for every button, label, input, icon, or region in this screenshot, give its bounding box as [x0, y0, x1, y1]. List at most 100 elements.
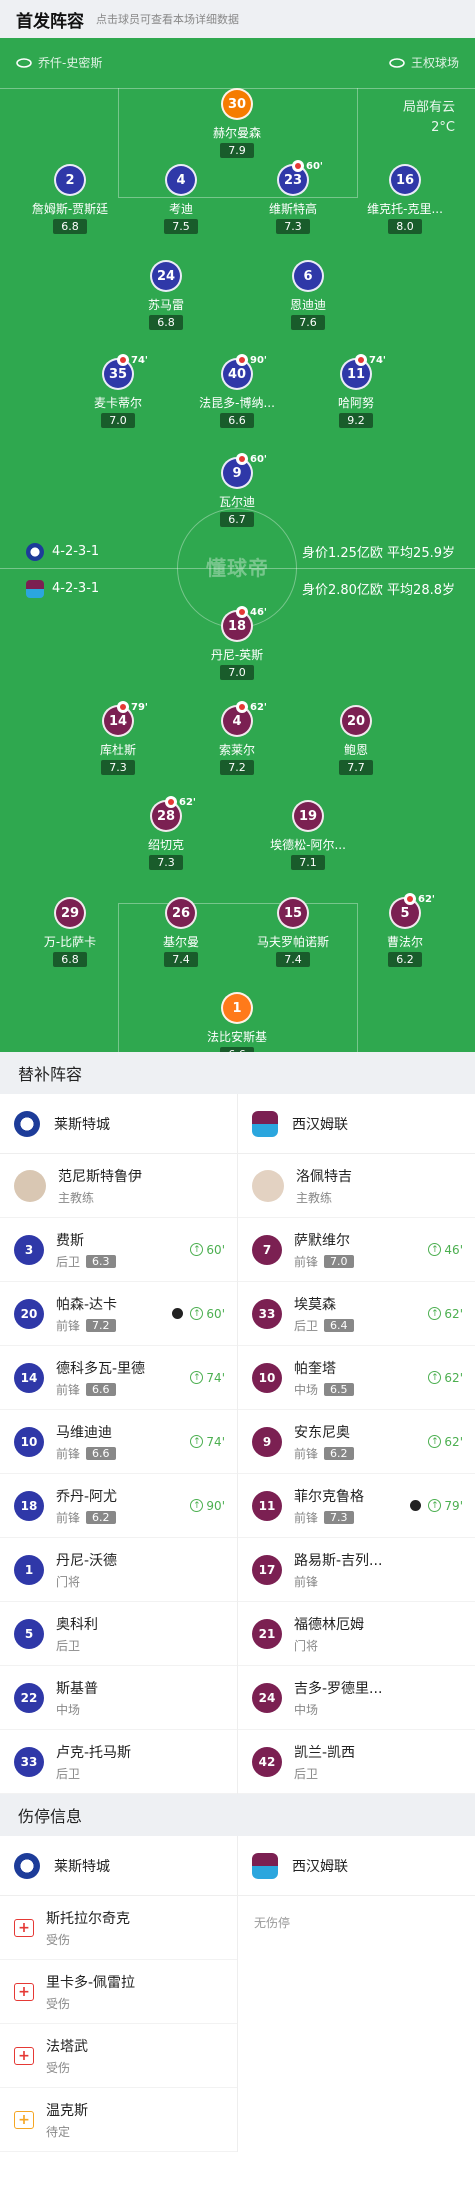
sub-player-row[interactable]: 5 奥科利 后卫 — [0, 1602, 237, 1666]
sub-in-icon: ↑ — [428, 1435, 442, 1448]
sub-player-row[interactable]: 33 卢克-托马斯 后卫 — [0, 1730, 237, 1794]
shirt-number: 5 62' — [389, 893, 435, 929]
sub-player-number: 1 — [14, 1554, 44, 1585]
injury-row[interactable]: + 法塔武 受伤 — [0, 2024, 237, 2088]
sub-player-row[interactable]: 10 帕奎塔 中场 6.5 ↑ 62' — [238, 1346, 475, 1410]
leicester-logo-icon — [14, 1110, 40, 1137]
player-rating: 7.6 — [291, 315, 325, 330]
player-marker[interactable]: 35 74' 麦卡蒂尔 7.0 — [63, 354, 173, 428]
player-marker[interactable]: 30 赫尔曼森 7.9 — [182, 88, 292, 158]
sub-off-badge: 46' — [236, 606, 267, 618]
home-coach-role: 主教练 — [58, 1190, 95, 1205]
sub-player-row[interactable]: 22 斯基普 中场 — [0, 1666, 237, 1730]
sub-player-row[interactable]: 18 乔丹-阿尤 前锋 6.2 ↑ 90' — [0, 1474, 237, 1538]
sub-in-time: 60' — [206, 1306, 225, 1321]
sub-player-row[interactable]: 9 安东尼奥 前锋 6.2 ↑ 62' — [238, 1410, 475, 1474]
sub-player-number: 10 — [252, 1362, 282, 1393]
sub-player-info: 斯基普 中场 — [56, 1678, 98, 1718]
injury-info: 里卡多-佩雷拉 受伤 — [46, 1972, 135, 2012]
sub-player-row[interactable]: 42 凯兰-凯西 后卫 — [238, 1730, 475, 1794]
sub-off-time: 74' — [131, 354, 148, 366]
sub-player-row[interactable]: 7 萨默维尔 前锋 7.0 ↑ 46' — [238, 1218, 475, 1282]
sub-player-row[interactable]: 1 丹尼-沃德 门将 — [0, 1538, 237, 1602]
sub-in-indicator: ↑ 62' — [428, 1435, 463, 1449]
player-marker[interactable]: 28 62' 绍切克 7.3 — [111, 796, 221, 870]
home-subs-team[interactable]: 莱斯特城 — [0, 1094, 237, 1154]
away-injury-team[interactable]: 西汉姆联 — [238, 1836, 475, 1896]
player-rating: 6.7 — [220, 512, 254, 527]
sub-player-info: 费斯 后卫 6.3 — [56, 1230, 116, 1270]
sub-player-info: 奥科利 后卫 — [56, 1614, 98, 1654]
shirt-number: 28 62' — [150, 796, 196, 832]
injury-status: 受伤 — [46, 1932, 71, 1947]
player-marker[interactable]: 4 考迪 7.5 — [126, 164, 236, 234]
shirt-number: 24 — [150, 260, 182, 292]
player-name: 库杜斯 — [99, 743, 136, 757]
sub-in-icon: ↑ — [190, 1435, 204, 1448]
player-marker[interactable]: 4 62' 索莱尔 7.2 — [182, 701, 292, 775]
player-marker[interactable]: 26 基尔曼 7.4 — [126, 897, 236, 967]
player-marker[interactable]: 40 90' 法昆多-博纳... 6.6 — [182, 354, 292, 428]
shirt-number: 19 — [292, 800, 324, 832]
weather-info: 局部有云 2°C — [403, 98, 455, 138]
sub-off-icon — [404, 893, 417, 905]
temperature-text: 2°C — [431, 120, 455, 135]
player-marker[interactable]: 11 74' 哈阿努 9.2 — [301, 354, 411, 428]
sub-player-row[interactable]: 3 费斯 后卫 6.3 ↑ 60' — [0, 1218, 237, 1282]
sub-player-row[interactable]: 20 帕森-达卡 前锋 7.2 ↑ 60' — [0, 1282, 237, 1346]
player-marker[interactable]: 9 60' 瓦尔迪 6.7 — [182, 453, 292, 527]
player-marker[interactable]: 29 万-比萨卡 6.8 — [15, 897, 125, 967]
player-marker[interactable]: 20 鲍恩 7.7 — [301, 705, 411, 775]
doubtful-icon: + — [14, 2110, 34, 2129]
injury-row[interactable]: + 温克斯 待定 — [0, 2088, 237, 2152]
player-marker[interactable]: 24 苏马雷 6.8 — [111, 260, 221, 330]
sub-in-icon: ↑ — [428, 1499, 442, 1512]
home-coach-info: 范尼斯特鲁伊 主教练 — [58, 1166, 142, 1206]
player-marker[interactable]: 2 詹姆斯-贾斯廷 6.8 — [15, 164, 125, 234]
position-text: 中场 — [294, 1382, 319, 1397]
player-marker[interactable]: 18 46' 丹尼-英斯 7.0 — [182, 606, 292, 680]
sub-player-row[interactable]: 17 路易斯-吉列... 前锋 — [238, 1538, 475, 1602]
shirt-number: 9 60' — [221, 453, 267, 489]
away-subs-team[interactable]: 西汉姆联 — [238, 1094, 475, 1154]
home-coach-name: 范尼斯特鲁伊 — [58, 1168, 142, 1185]
sub-player-row[interactable]: 11 菲尔克鲁格 前锋 7.3 ↑ 79' — [238, 1474, 475, 1538]
subs-section-title: 替补阵容 — [0, 1052, 475, 1094]
sub-player-name: 乔丹-阿尤 — [56, 1488, 118, 1505]
injury-row[interactable]: + 斯托拉尔奇克 受伤 — [0, 1896, 237, 1960]
westham-logo-icon — [252, 1110, 278, 1137]
player-marker[interactable]: 1 法比安斯基 6.6 — [182, 992, 292, 1052]
sub-player-position: 前锋 6.6 — [56, 1381, 145, 1398]
sub-player-number: 42 — [252, 1746, 282, 1777]
sub-player-number: 9 — [252, 1426, 282, 1457]
position-text: 前锋 — [56, 1510, 81, 1525]
player-marker[interactable]: 5 62' 曹法尔 6.2 — [350, 893, 460, 967]
sub-player-row[interactable]: 24 吉多-罗德里... 中场 — [238, 1666, 475, 1730]
player-marker[interactable]: 14 79' 库杜斯 7.3 — [63, 701, 173, 775]
player-marker[interactable]: 23 60' 维斯特高 7.3 — [238, 160, 348, 234]
shirt-number: 26 — [165, 897, 197, 929]
player-name: 维斯特高 — [268, 202, 317, 216]
sub-player-row[interactable]: 21 福德林厄姆 门将 — [238, 1602, 475, 1666]
away-coach-row[interactable]: 洛佩特吉 主教练 — [238, 1154, 475, 1218]
home-coach-row[interactable]: 范尼斯特鲁伊 主教练 — [0, 1154, 237, 1218]
home-injury-team[interactable]: 莱斯特城 — [0, 1836, 237, 1896]
player-marker[interactable]: 6 恩迪迪 7.6 — [253, 260, 363, 330]
sub-player-name: 费斯 — [56, 1232, 84, 1249]
sub-player-position: 后卫 — [56, 1765, 131, 1782]
player-name: 绍切克 — [147, 838, 184, 852]
player-marker[interactable]: 16 维克托-克里... 8.0 — [350, 164, 460, 234]
player-marker[interactable]: 15 马夫罗帕诺斯 7.4 — [238, 897, 348, 967]
sub-player-row[interactable]: 10 马维迪迪 前锋 6.6 ↑ 74' — [0, 1410, 237, 1474]
sub-off-badge: 60' — [292, 160, 323, 172]
injury-row[interactable]: + 里卡多-佩雷拉 受伤 — [0, 1960, 237, 2024]
sub-player-number: 5 — [14, 1618, 44, 1649]
sub-player-row[interactable]: 14 德科多瓦-里德 前锋 6.6 ↑ 74' — [0, 1346, 237, 1410]
sub-player-row[interactable]: 33 埃莫森 后卫 6.4 ↑ 62' — [238, 1282, 475, 1346]
sub-off-badge: 79' — [117, 701, 148, 713]
home-team-summary: 4-2-3-1 身价1.25亿欧 平均25.9岁 — [26, 542, 455, 561]
sub-player-position: 门将 — [56, 1573, 117, 1590]
sub-player-position: 前锋 6.2 — [56, 1509, 117, 1526]
player-marker[interactable]: 19 埃德松-阿尔... 7.1 — [253, 800, 363, 870]
away-coach-name: 洛佩特吉 — [296, 1168, 352, 1185]
